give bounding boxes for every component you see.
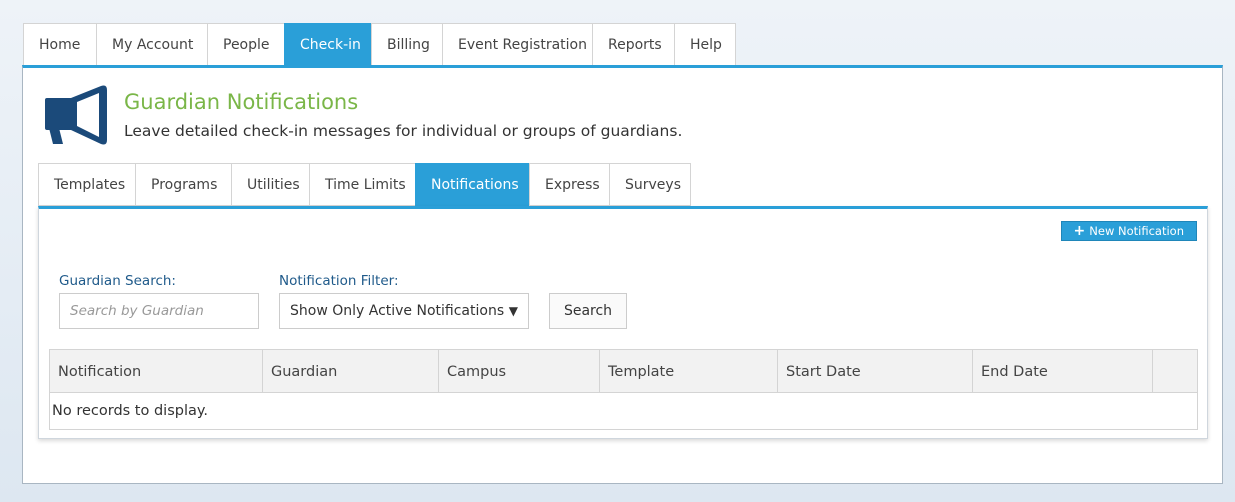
tab-event-registration[interactable]: Event Registration — [442, 23, 592, 66]
tab-billing[interactable]: Billing — [371, 23, 442, 66]
notifications-content: + New Notification Guardian Search: Noti… — [38, 206, 1208, 439]
guardian-search-label: Guardian Search: — [59, 273, 176, 289]
tab-reports[interactable]: Reports — [592, 23, 674, 66]
tab-home[interactable]: Home — [23, 23, 96, 66]
main-panel: Guardian Notifications Leave detailed ch… — [22, 65, 1223, 484]
grid-header: Notification Guardian Campus Template St… — [50, 350, 1197, 393]
subtab-notifications[interactable]: Notifications — [415, 163, 529, 206]
column-campus[interactable]: Campus — [439, 350, 600, 393]
grid-empty-message: No records to display. — [52, 403, 209, 419]
dropdown-arrow-icon: ▼ — [508, 304, 518, 318]
notification-filter-label: Notification Filter: — [279, 273, 399, 289]
subtab-programs[interactable]: Programs — [135, 163, 231, 206]
page-subtitle: Leave detailed check-in messages for ind… — [124, 122, 683, 140]
column-template[interactable]: Template — [600, 350, 778, 393]
subtab-templates[interactable]: Templates — [38, 163, 135, 206]
subtab-express[interactable]: Express — [529, 163, 609, 206]
notification-filter-value: Show Only Active Notifications — [290, 303, 505, 319]
top-nav: Home My Account People Check-in Billing … — [23, 23, 736, 66]
tab-check-in[interactable]: Check-in — [284, 23, 371, 66]
sub-nav: Templates Programs Utilities Time Limits… — [38, 163, 691, 206]
tab-my-account[interactable]: My Account — [96, 23, 207, 66]
guardian-search-input[interactable] — [59, 293, 259, 329]
page-title: Guardian Notifications — [124, 90, 359, 114]
notification-filter-select[interactable]: Show Only Active Notifications ▼ — [279, 293, 529, 329]
column-end-date[interactable]: End Date — [973, 350, 1153, 393]
notifications-grid: Notification Guardian Campus Template St… — [49, 349, 1198, 430]
column-start-date[interactable]: Start Date — [778, 350, 973, 393]
subtab-time-limits[interactable]: Time Limits — [309, 163, 415, 206]
plus-icon: + — [1073, 223, 1086, 239]
column-notification[interactable]: Notification — [50, 350, 263, 393]
subtab-surveys[interactable]: Surveys — [609, 163, 691, 206]
new-notification-button[interactable]: + New Notification — [1060, 221, 1197, 241]
search-button[interactable]: Search — [549, 293, 627, 329]
megaphone-icon — [45, 85, 107, 145]
column-guardian[interactable]: Guardian — [263, 350, 439, 393]
tab-help[interactable]: Help — [674, 23, 736, 66]
column-actions — [1153, 350, 1197, 393]
subtab-utilities[interactable]: Utilities — [231, 163, 309, 206]
tab-people[interactable]: People — [207, 23, 284, 66]
new-notification-label: New Notification — [1089, 224, 1184, 238]
